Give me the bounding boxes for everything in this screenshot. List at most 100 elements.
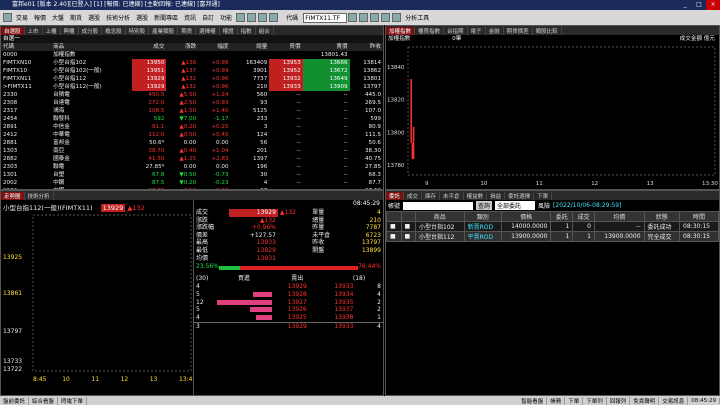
minimize-button[interactable]: _ <box>678 0 692 10</box>
tab-futures[interactable]: 期貨 <box>178 26 197 35</box>
tab-otc[interactable]: 上櫃 <box>43 26 61 35</box>
tab-electronics[interactable]: 電子 <box>468 26 486 35</box>
quote-row[interactable]: 2002 中鋼 87.5 ▼0.20 -0.23 4 -- -- 87.7 <box>1 179 383 187</box>
order-column-header[interactable]: 委託 <box>550 211 574 222</box>
quote-row[interactable]: 2882 國泰金 41.50 ▲1.25 +2.83 1397 -- -- 40.75 <box>1 155 383 163</box>
toolbar-icon[interactable] <box>381 13 391 22</box>
order-column-header[interactable] <box>400 211 416 222</box>
toolbar-icon[interactable] <box>370 13 380 22</box>
tab-index[interactable]: 指數 <box>238 26 256 35</box>
tab-concept[interactable]: 概念股 <box>102 26 126 35</box>
toolbar-icon[interactable] <box>359 13 369 22</box>
quote-row[interactable]: FIMTX10 小型台指102(一般) 13951 ▲137 +0.99 3901 1395… <box>1 67 383 75</box>
book-row[interactable]: 4 13929 13933 8 <box>194 283 383 291</box>
menu-item-market[interactable]: 大盤 <box>49 13 67 22</box>
tab-taiex[interactable]: 加權指數 <box>386 26 416 35</box>
menu-item-news[interactable]: 新聞專區 <box>151 13 181 22</box>
account-select[interactable] <box>403 201 474 210</box>
toolbar-icon[interactable] <box>247 13 257 22</box>
quote-row[interactable]: 0000 加權指數 13801.43 <box>1 51 383 59</box>
risk-button[interactable]: 風險 <box>538 201 550 210</box>
column-header[interactable]: 成交 <box>131 43 167 51</box>
menu-item-screener[interactable]: 選股 <box>133 13 151 22</box>
toolbar-icon[interactable] <box>348 13 358 22</box>
toolbar-icon[interactable] <box>258 13 268 22</box>
quote-row[interactable]: FIMTXN11 小型台指112 13929 ▲132 +0.96 7737 13932 13… <box>1 75 383 83</box>
tab-inventory[interactable]: 庫存 <box>422 191 441 200</box>
column-header[interactable]: 漲跌 <box>166 43 199 51</box>
tab-open-interest[interactable]: 未平倉 <box>440 191 464 200</box>
code-input[interactable]: FIMTX11.TF <box>303 12 348 23</box>
status-order-bar[interactable]: 下單列 <box>583 396 607 405</box>
close-button[interactable]: × <box>706 0 720 10</box>
order-row[interactable]: ■ ■ 小型台指102 新賣ROD 14000.0000 1 0 -- 委託成功 08:30:15 <box>386 221 719 232</box>
book-row[interactable]: 4 13925 13938 1 <box>194 314 383 322</box>
order-column-header[interactable]: 狀態 <box>643 211 681 222</box>
tab-equity[interactable]: 權益數 <box>464 191 488 200</box>
toolbar-icon[interactable] <box>392 13 402 22</box>
quote-row[interactable]: 2454 聯發科 592 ▼7.00 -1.17 233 -- -- 599 <box>1 115 383 123</box>
quote-row[interactable]: >FIMTX11 小型台指112(一般) 13929 ▲132 +0.96 210 1393… <box>1 83 383 91</box>
status-messages[interactable]: 交易訊息 <box>659 396 689 405</box>
tab-watchlist[interactable]: 自選股 <box>1 26 25 35</box>
tab-emerging[interactable]: 興櫃 <box>61 26 79 35</box>
column-header[interactable]: 商品 <box>51 43 132 51</box>
tab-spread[interactable]: 期貨價差 <box>504 26 533 35</box>
status-smart[interactable]: 智能看盤 <box>518 396 548 405</box>
tab-place-order[interactable]: 下單 <box>534 191 553 200</box>
menu-item-custom[interactable]: 自訂 <box>199 13 217 22</box>
tab-pnl[interactable]: 損益 <box>487 191 506 200</box>
toolbar-icon[interactable] <box>269 13 279 22</box>
column-header[interactable]: 昨收 <box>349 43 383 51</box>
order-column-header[interactable]: 時間 <box>679 211 719 222</box>
order-column-header[interactable]: 價格 <box>500 211 552 222</box>
column-header[interactable]: 幅度 <box>198 43 231 51</box>
menu-item-info[interactable]: 資訊 <box>181 13 199 22</box>
book-row[interactable]: 5 13926 13937 2 <box>194 306 383 314</box>
tab-orders[interactable]: 委託 <box>386 191 405 200</box>
order-column-header[interactable]: 商品 <box>415 211 465 222</box>
status-tab-premarket[interactable]: 盤前委託 <box>0 396 30 405</box>
tab-warrants[interactable]: 權證 <box>220 26 238 35</box>
menu-item-quote[interactable]: 報價 <box>31 13 49 22</box>
quote-row[interactable]: 2891 中信金 81.1 ▲0.20 +0.25 3 -- -- 80.9 <box>1 123 383 131</box>
query-button[interactable]: 查詢 <box>476 201 493 210</box>
status-disclaimer[interactable]: 免責聲明 <box>630 396 660 405</box>
tab-listed[interactable]: 上市 <box>25 26 43 35</box>
menu-item-function[interactable]: 功能 <box>217 13 235 22</box>
column-header[interactable]: 代碼 <box>1 43 52 51</box>
status-tab-flash-order[interactable]: 閃電下單 <box>58 396 88 405</box>
tab-finance[interactable]: 金融 <box>486 26 504 35</box>
order-column-header[interactable]: 成交 <box>572 211 595 222</box>
book-row[interactable]: 5 13928 13934 4 <box>194 291 383 299</box>
order-column-header[interactable] <box>386 211 402 222</box>
filter-select[interactable]: 全部委託 <box>495 201 536 210</box>
status-report-bar[interactable]: 回報列 <box>607 396 631 405</box>
quote-row[interactable]: 1301 台塑 67.8 ▼0.50 -0.73 30 -- -- 68.3 <box>1 171 383 179</box>
order-column-header[interactable]: 類別 <box>463 211 502 222</box>
menu-item-technical[interactable]: 技術分析 <box>103 13 133 22</box>
quote-row[interactable]: 2412 中華電 112.0 ▲0.50 +0.45 124 -- -- 111.5 <box>1 131 383 139</box>
tab-industry[interactable]: 產業類股 <box>149 26 179 35</box>
column-header[interactable]: 賣價 <box>302 43 350 51</box>
tab-fills[interactable]: 成交 <box>404 191 423 200</box>
menu-item-select[interactable]: 選股 <box>85 13 103 22</box>
order-row[interactable]: ■ ■ 小型台指112 平賣ROD 13900.0000 1 1 13900.0000 完全成交… <box>386 231 719 242</box>
tab-components[interactable]: 成分股 <box>79 26 103 35</box>
quote-row[interactable]: 2308 台達電 272.0 ▲2.50 +0.93 93 -- -- 269.5 <box>1 99 383 107</box>
status-order[interactable]: 下單 <box>565 396 584 405</box>
quote-row[interactable]: 2881 富邦金 50.6* 0.00 0.00 56 -- -- 50.6 <box>1 139 383 147</box>
quote-row[interactable]: 1303 南亞 38.70 ▲0.40 +1.04 201 -- -- 38.30 <box>1 147 383 155</box>
tab-tx[interactable]: 台指期 <box>444 26 468 35</box>
tab-technical[interactable]: 技術分析 <box>25 191 54 200</box>
quote-row[interactable]: 2303 聯電 27.85* 0.00 0.00 196 -- -- 27.85 <box>1 163 383 171</box>
column-header[interactable]: 買價 <box>269 43 303 51</box>
tab-combo[interactable]: 組合 <box>256 26 274 35</box>
column-header[interactable]: 總量 <box>230 43 270 51</box>
tab-preferred[interactable]: 特別股 <box>126 26 150 35</box>
toolbar-icon[interactable] <box>236 13 246 22</box>
tab-sector-compare[interactable]: 類股比較 <box>533 26 562 35</box>
quote-row[interactable]: 2317 鴻海 108.5 ▲1.50 +1.40 5125 -- -- 107.0 <box>1 107 383 115</box>
tab-otc-index[interactable]: 櫃買指數 <box>415 26 445 35</box>
menu-item-trade[interactable]: 交易 <box>13 13 31 22</box>
